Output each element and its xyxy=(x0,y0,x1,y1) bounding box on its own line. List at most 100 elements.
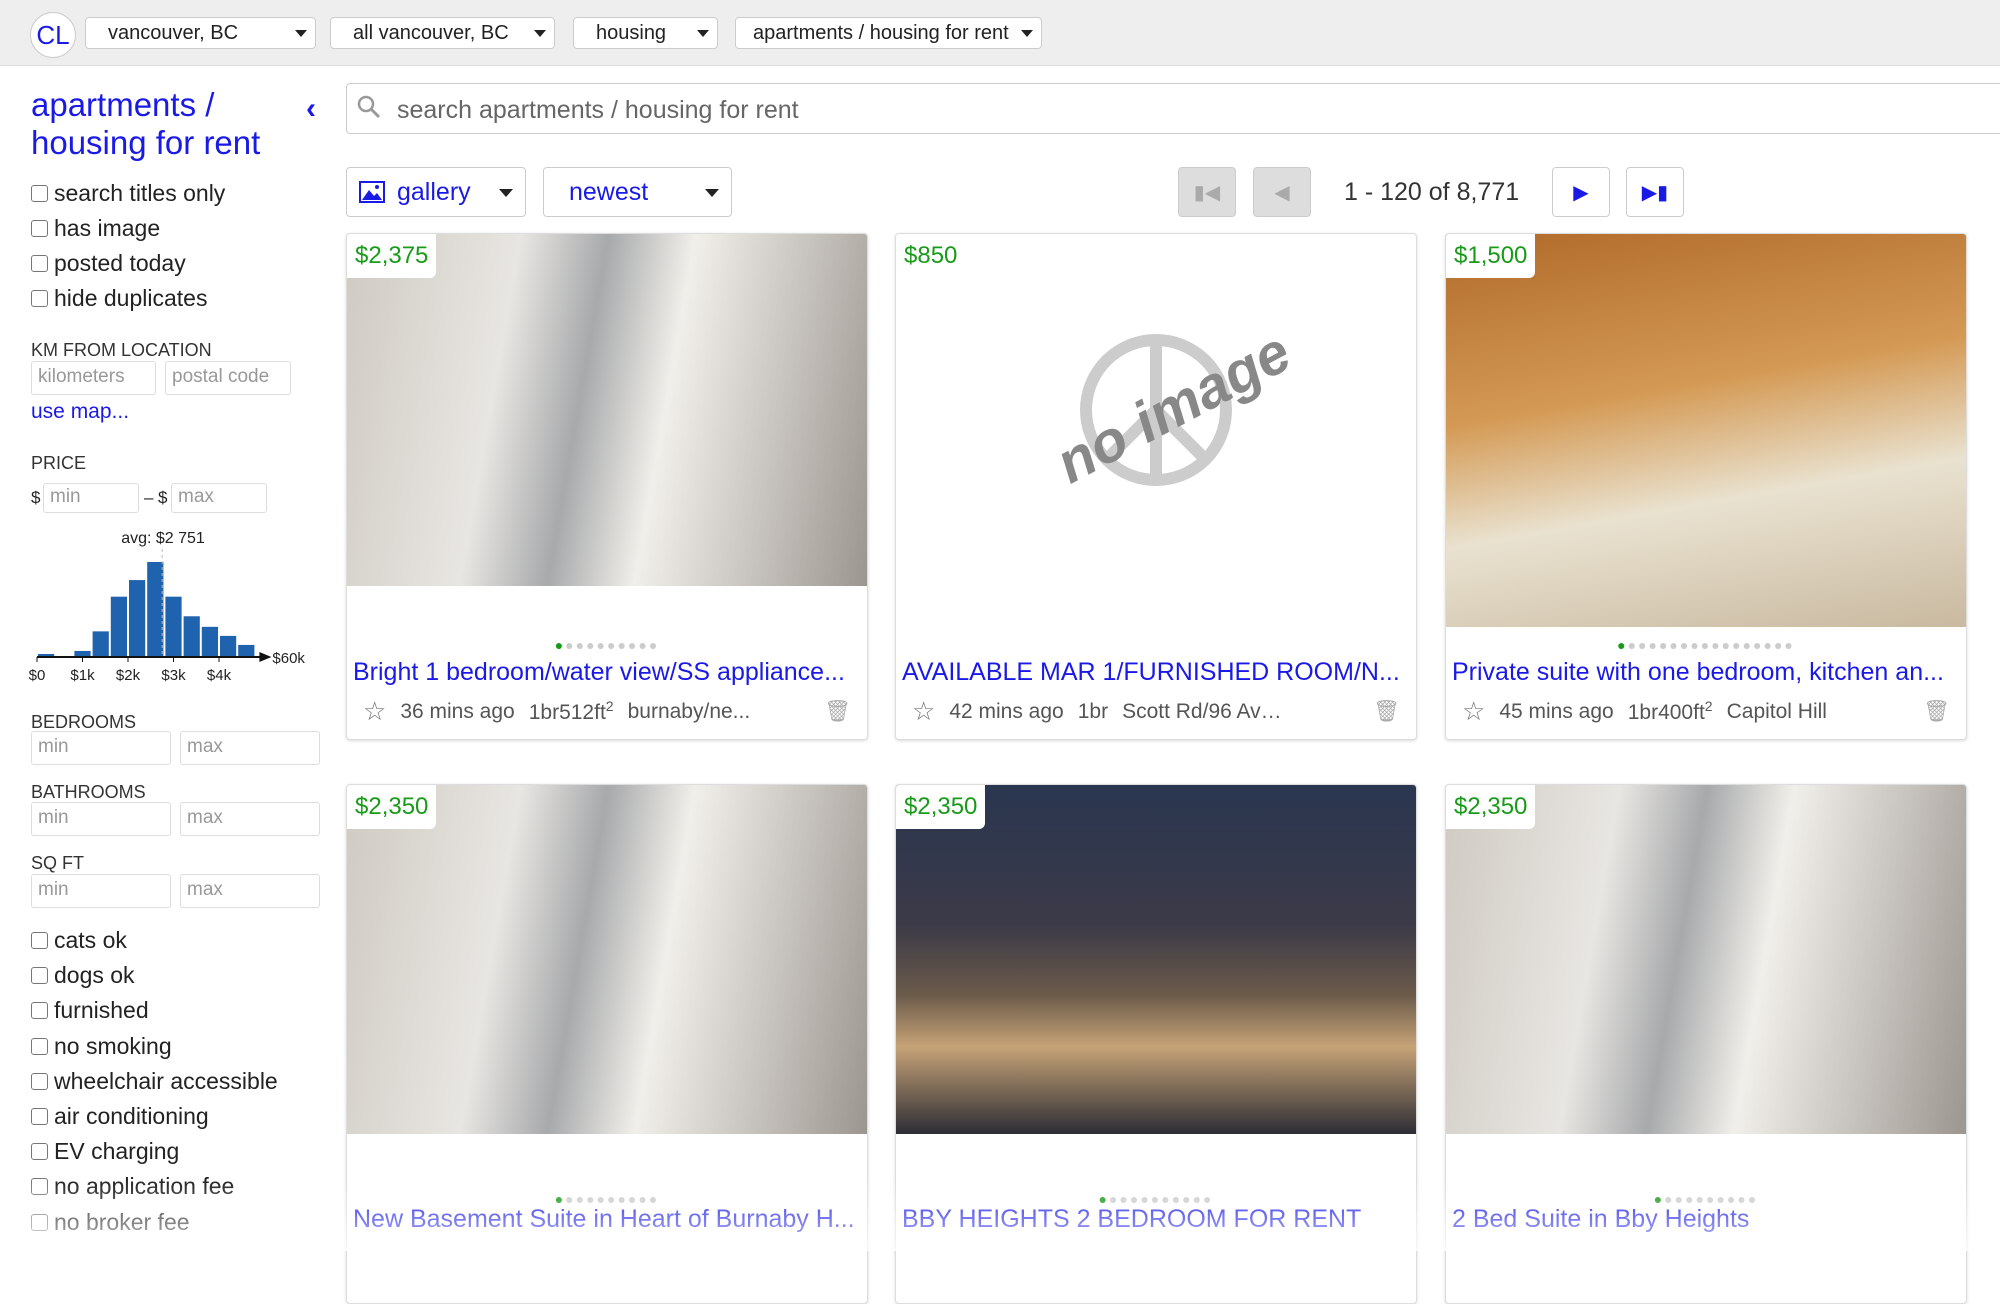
subcategory-label: apartments / housing for rent xyxy=(753,21,1009,44)
filter-posted-today[interactable]: posted today xyxy=(31,250,186,277)
next-page-icon: ▶ xyxy=(1573,181,1589,204)
checkbox-label: hide duplicates xyxy=(54,285,208,311)
checkbox-label: wheelchair accessible xyxy=(54,1067,278,1094)
checkbox[interactable] xyxy=(31,932,48,949)
square-feet: 400ft xyxy=(1658,701,1705,724)
photo-carousel-dots[interactable]: ●●●●●●●●●● xyxy=(347,637,867,653)
sqft-label: SQ FT xyxy=(31,853,84,873)
checkbox[interactable] xyxy=(31,185,48,202)
trash-hide-icon[interactable]: 🗑 xyxy=(1373,700,1400,724)
checkbox[interactable] xyxy=(31,1072,48,1090)
category-dropdown[interactable]: housing xyxy=(573,17,718,49)
checkbox[interactable] xyxy=(31,220,48,237)
bottom-fade xyxy=(0,1180,2000,1251)
bathrooms-max-input[interactable]: max xyxy=(180,802,320,836)
bedrooms-label: BEDROOMS xyxy=(31,712,137,732)
histogram-bar xyxy=(238,644,255,657)
price-max-input[interactable]: max xyxy=(171,483,267,513)
listing-title-link[interactable]: Private suite with one bedroom, kitchen … xyxy=(1452,658,1960,687)
x-tick-label: $3k xyxy=(161,667,186,684)
listing-photo[interactable] xyxy=(1446,234,1966,627)
listing-photo[interactable] xyxy=(1446,785,1966,1134)
last-page-button[interactable]: ▶▮ xyxy=(1626,167,1684,217)
housing-info: 1br400ft2 xyxy=(1628,698,1713,725)
listing-price: $850 xyxy=(896,234,966,278)
star-favorite-icon[interactable]: ☆ xyxy=(912,696,935,727)
histogram-bar xyxy=(220,635,237,657)
checkbox[interactable] xyxy=(31,290,48,307)
use-map-link[interactable]: use map... xyxy=(31,400,129,424)
kilometers-input[interactable]: kilometers xyxy=(31,361,156,395)
filter-dogs-ok[interactable]: dogs ok xyxy=(31,962,135,989)
collapse-sidebar-icon[interactable]: ‹ xyxy=(306,92,316,126)
gallery-icon xyxy=(359,181,385,203)
bathrooms-min-input[interactable]: min xyxy=(31,802,171,836)
sqft-max-input[interactable]: max xyxy=(180,874,320,908)
filter-search-titles-only[interactable]: search titles only xyxy=(31,180,225,207)
filter-cats-ok[interactable]: cats ok xyxy=(31,927,127,954)
listing-card[interactable]: $1,500 ●●●●●●●●●●●●●●●●● Private suite wit… xyxy=(1445,233,1967,740)
checkbox[interactable] xyxy=(31,967,48,985)
caret-down-icon xyxy=(295,30,307,37)
squared-sign: 2 xyxy=(1704,698,1713,714)
listing-location: burnaby/ne... xyxy=(627,699,751,723)
area-dropdown[interactable]: all vancouver, BC xyxy=(330,17,555,49)
first-page-button[interactable]: ▮◀ xyxy=(1178,167,1236,217)
photo-carousel-dots[interactable]: ●●●●●●●●●●●●●●●●● xyxy=(1446,637,1966,653)
sidebar-title[interactable]: apartments / housing for rent xyxy=(31,86,291,162)
histogram-max-label: $60k xyxy=(272,650,305,667)
listing-photo[interactable] xyxy=(347,234,867,586)
listing-price: $2,375 xyxy=(347,234,437,278)
checkbox-label: posted today xyxy=(54,250,186,276)
price-min-input[interactable]: min xyxy=(43,483,139,513)
listing-photo[interactable] xyxy=(896,785,1416,1134)
histogram-bar xyxy=(129,580,146,657)
listing-price: $2,350 xyxy=(1446,785,1536,829)
caret-down-icon xyxy=(534,30,546,37)
listing-title-link[interactable]: Bright 1 bedroom/water view/SS appliance… xyxy=(353,658,861,687)
last-page-icon: ▶▮ xyxy=(1641,181,1669,204)
filter-ev-charging[interactable]: EV charging xyxy=(31,1138,179,1165)
trash-hide-icon[interactable]: 🗑 xyxy=(1923,700,1950,724)
filter-hide-duplicates[interactable]: hide duplicates xyxy=(31,285,207,312)
next-page-button[interactable]: ▶ xyxy=(1552,167,1610,217)
no-image-placeholder: no image xyxy=(896,234,1416,586)
checkbox[interactable] xyxy=(31,1108,48,1125)
postal-code-input[interactable]: postal code xyxy=(165,361,291,395)
filter-no-smoking[interactable]: no smoking xyxy=(31,1033,172,1060)
price-label: PRICE xyxy=(31,453,87,473)
bedrooms-min-input[interactable]: min xyxy=(31,731,171,765)
price-histogram: avg: $2 751 $60k $0 $1k $2k $3k $4k xyxy=(29,530,306,684)
sqft-min-input[interactable]: min xyxy=(31,874,171,908)
region-dropdown[interactable]: vancouver, BC xyxy=(85,17,316,49)
sort-dropdown[interactable]: newest xyxy=(543,167,732,217)
listing-price: $2,350 xyxy=(347,785,437,829)
posted-time: 42 mins ago xyxy=(949,699,1064,723)
listing-card[interactable]: $2,375 ●●●●●●●●●● Bright 1 bedroom/water v… xyxy=(346,233,868,740)
star-favorite-icon[interactable]: ☆ xyxy=(363,696,386,727)
km-label: KM FROM LOCATION xyxy=(31,340,212,360)
filter-furnished[interactable]: furnished xyxy=(31,997,149,1024)
checkbox[interactable] xyxy=(31,1037,48,1055)
bedrooms-max-input[interactable]: max xyxy=(180,731,320,765)
craigslist-logo[interactable]: CL xyxy=(30,12,76,58)
currency-symbol: $ xyxy=(158,488,168,507)
square-feet: 512ft xyxy=(559,701,606,724)
filter-wheelchair-accessible[interactable]: wheelchair accessible xyxy=(31,1068,278,1095)
checkbox[interactable] xyxy=(31,1143,48,1161)
listing-card[interactable]: no image $850 AVAILABLE MAR 1/FURNISHED RO… xyxy=(895,233,1417,740)
prev-page-button[interactable]: ◀ xyxy=(1253,167,1311,217)
subcategory-dropdown[interactable]: apartments / housing for rent xyxy=(735,17,1042,49)
filter-has-image[interactable]: has image xyxy=(31,215,160,242)
checkbox[interactable] xyxy=(31,255,48,272)
view-mode-dropdown[interactable]: gallery xyxy=(346,167,526,217)
x-tick-label: $0 xyxy=(29,667,46,684)
trash-hide-icon[interactable]: 🗑 xyxy=(824,700,851,724)
star-favorite-icon[interactable]: ☆ xyxy=(1462,696,1485,727)
search-input[interactable]: search apartments / housing for rent xyxy=(346,83,2000,134)
checkbox[interactable] xyxy=(31,1002,48,1020)
filter-air-conditioning[interactable]: air conditioning xyxy=(31,1103,209,1130)
listing-photo[interactable] xyxy=(347,785,867,1134)
x-tick-label: $2k xyxy=(116,667,141,684)
listing-title-link[interactable]: AVAILABLE MAR 1/FURNISHED ROOM/N... xyxy=(902,658,1410,687)
